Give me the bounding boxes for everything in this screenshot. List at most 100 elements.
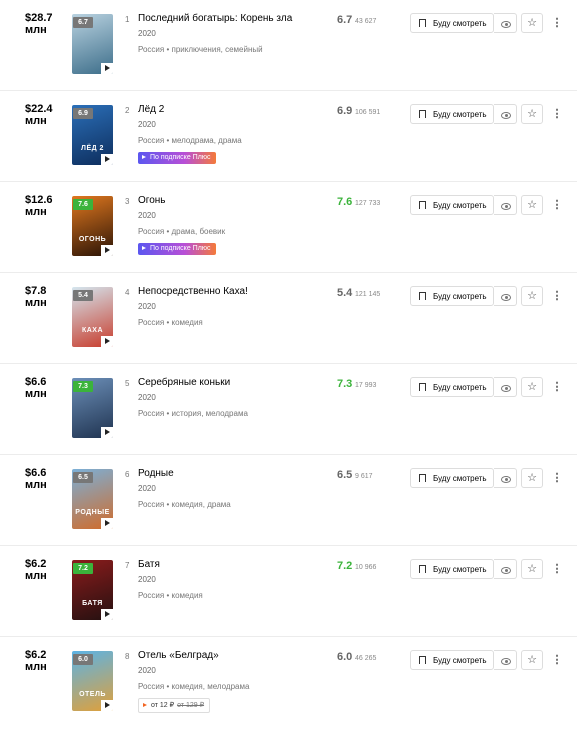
movie-title[interactable]: Огонь [138,195,166,206]
watch-later-label: Буду смотреть [433,564,487,574]
watch-later-button[interactable]: Буду смотреть [410,195,494,215]
favorite-button[interactable]: ☆ [521,468,543,488]
play-icon[interactable] [101,518,113,529]
favorite-button[interactable]: ☆ [521,104,543,124]
star-icon: ☆ [527,654,537,666]
watch-later-button[interactable]: Буду смотреть [410,286,494,306]
movie-poster[interactable]: 7.6 ОГОНЬ [72,196,113,256]
box-office-unit: млн [25,661,47,673]
more-options-button[interactable]: ⋮ [551,104,563,124]
mark-seen-button[interactable] [494,195,517,215]
more-options-button[interactable]: ⋮ [551,650,563,670]
vote-count: 9 617 [355,473,373,480]
movie-rating: 6.9 [337,105,353,117]
movie-rating: 6.5 [337,469,353,481]
movie-poster[interactable]: 6.9 ЛЁД 2 [72,105,113,165]
movie-rating: 5.4 [337,287,353,299]
poster-rating-badge: 7.3 [73,381,93,392]
more-vertical-icon: ⋮ [551,381,563,393]
vote-count: 17 993 [355,382,377,389]
box-office-amount: $7.8 [25,285,47,297]
star-icon: ☆ [527,472,537,484]
movie-country-genres: Россия • комедия, драма [138,500,231,509]
box-office-unit: млн [25,570,47,582]
favorite-button[interactable]: ☆ [521,286,543,306]
favorite-button[interactable]: ☆ [521,377,543,397]
watch-later-button[interactable]: Буду смотреть [410,13,494,33]
mark-seen-button[interactable] [494,377,517,397]
poster-rating-badge: 6.9 [73,108,93,119]
movie-poster[interactable]: 7.3 [72,378,113,438]
mark-seen-button[interactable] [494,286,517,306]
movie-title[interactable]: Лёд 2 [138,104,164,115]
mark-seen-button[interactable] [494,13,517,33]
star-icon: ☆ [527,199,537,211]
box-office-unit: млн [25,206,47,218]
bookmark-icon [419,565,426,575]
play-icon[interactable] [101,63,113,74]
subscription-badge[interactable]: По подписке Плюс [138,243,216,255]
play-icon[interactable] [101,336,113,347]
movie-poster[interactable]: 6.0 ОТЕЛЬ [72,651,113,711]
movie-title[interactable]: Батя [138,559,160,570]
favorite-button[interactable]: ☆ [521,559,543,579]
watch-later-button[interactable]: Буду смотреть [410,650,494,670]
vote-count: 121 145 [355,291,381,298]
mark-seen-button[interactable] [494,650,517,670]
play-icon [142,246,146,250]
chart-position: 3 [125,197,130,206]
watch-later-button[interactable]: Буду смотреть [410,377,494,397]
subscription-badge[interactable]: По подписке Плюс [138,152,216,164]
play-icon[interactable] [101,245,113,256]
box-office: $6.6 млн [25,467,65,491]
play-icon[interactable] [101,427,113,438]
star-icon: ☆ [527,563,537,575]
price-button[interactable]: от 12 ₽ от 129 ₽ [138,698,211,713]
movie-title[interactable]: Непосредственно Каха! [138,286,248,297]
chart-position: 8 [125,652,130,661]
more-options-button[interactable]: ⋮ [551,468,563,488]
movie-poster[interactable]: 6.5 РОДНЫЕ [72,469,113,529]
watch-later-button[interactable]: Буду смотреть [410,559,494,579]
movie-poster[interactable]: 6.7 [72,14,113,74]
play-icon[interactable] [101,154,113,165]
vote-count: 10 966 [355,564,377,571]
chart-position: 1 [125,15,130,24]
star-icon: ☆ [527,108,537,120]
eye-icon [501,21,511,28]
movie-list: $28.7 млн 6.7 1 Последний богатырь: Корень з… [0,0,577,727]
movie-title[interactable]: Родные [138,468,174,479]
movie-poster[interactable]: 5.4 КАХА [72,287,113,347]
favorite-button[interactable]: ☆ [521,650,543,670]
movie-row: $6.2 млн 6.0 ОТЕЛЬ 8 Отель «Белград» 2020 Росси… [0,637,577,727]
poster-title-text: БАТЯ [82,600,103,607]
movie-title[interactable]: Отель «Белград» [138,650,219,661]
play-icon[interactable] [101,700,113,711]
more-options-button[interactable]: ⋮ [551,559,563,579]
more-options-button[interactable]: ⋮ [551,377,563,397]
watch-later-button[interactable]: Буду смотреть [410,104,494,124]
movie-title[interactable]: Серебряные коньки [138,377,230,388]
favorite-button[interactable]: ☆ [521,13,543,33]
more-options-button[interactable]: ⋮ [551,13,563,33]
mark-seen-button[interactable] [494,104,517,124]
movie-row: $6.2 млн 7.2 БАТЯ 7 Батя 2020 Россия • комедия 7… [0,546,577,637]
more-vertical-icon: ⋮ [551,199,563,211]
more-options-button[interactable]: ⋮ [551,195,563,215]
chart-position: 6 [125,470,130,479]
box-office: $22.4 млн [25,103,65,127]
play-icon[interactable] [101,609,113,620]
movie-year: 2020 [138,211,156,220]
eye-icon [501,112,511,119]
mark-seen-button[interactable] [494,559,517,579]
more-vertical-icon: ⋮ [551,472,563,484]
favorite-button[interactable]: ☆ [521,195,543,215]
watch-later-button[interactable]: Буду смотреть [410,468,494,488]
movie-title[interactable]: Последний богатырь: Корень зла [138,13,292,24]
movie-poster[interactable]: 7.2 БАТЯ [72,560,113,620]
more-options-button[interactable]: ⋮ [551,286,563,306]
subscription-label: По подписке Плюс [150,245,211,252]
chart-position: 4 [125,288,130,297]
movie-year: 2020 [138,120,156,129]
mark-seen-button[interactable] [494,468,517,488]
